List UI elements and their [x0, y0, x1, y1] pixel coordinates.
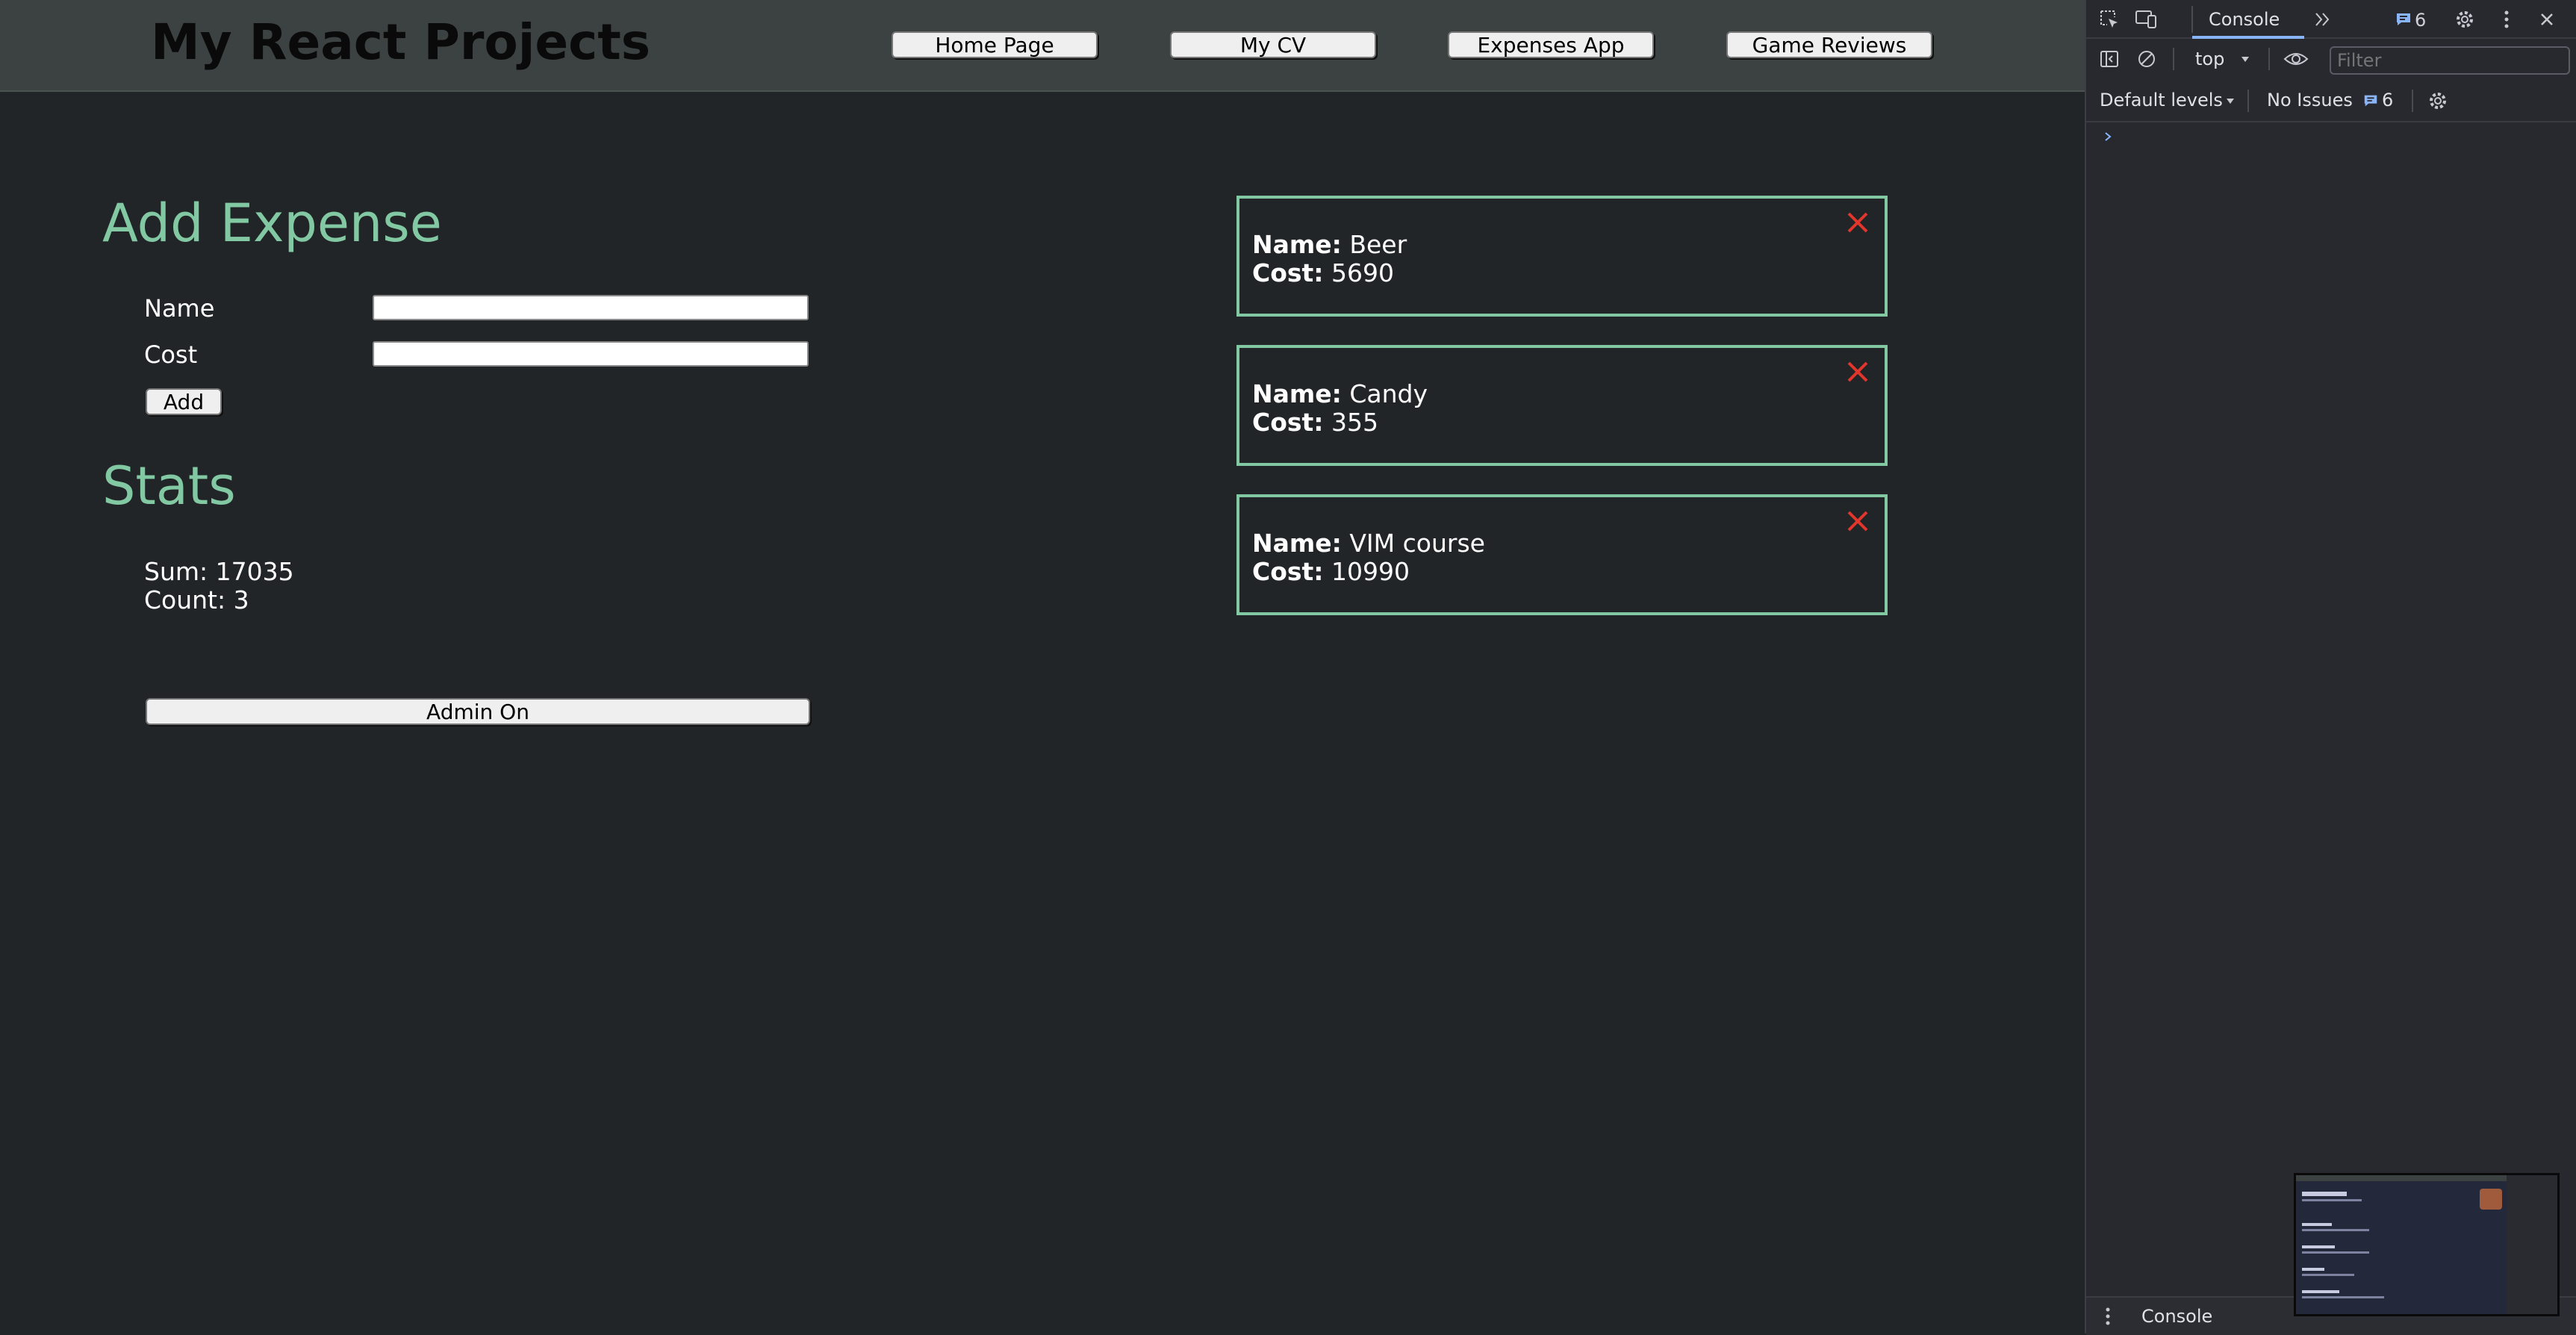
- expense-cost-label: Cost:: [1252, 557, 1324, 586]
- levels-dropdown[interactable]: Default levels: [2100, 90, 2223, 111]
- drawer-tab-console[interactable]: Console: [2141, 1306, 2212, 1327]
- window-preview-thumbnail[interactable]: [2294, 1173, 2560, 1316]
- tab-console[interactable]: Console: [2209, 9, 2280, 30]
- expense-card: Name: Beer Cost: 5690: [1236, 196, 1888, 317]
- cost-input[interactable]: [373, 341, 809, 367]
- expense-cost-label: Cost:: [1252, 258, 1324, 287]
- name-input[interactable]: [373, 295, 809, 320]
- close-icon[interactable]: [2534, 7, 2560, 32]
- stats-sum: Sum: 17035: [144, 557, 294, 586]
- prompt-icon[interactable]: [2095, 124, 2121, 149]
- expense-name-row: Name: Beer: [1252, 230, 1407, 259]
- expense-cost-row: Cost: 10990: [1252, 557, 1410, 586]
- nav-cv-button[interactable]: My CV: [1170, 31, 1376, 58]
- thumbnail-text: [2302, 1296, 2384, 1298]
- thumbnail-text: [2302, 1268, 2324, 1271]
- expense-name: Candy: [1349, 379, 1428, 408]
- toolbar-divider: [2247, 90, 2249, 112]
- context-dropdown-icon[interactable]: [2233, 46, 2258, 72]
- expense-cost: 355: [1331, 408, 1379, 437]
- thumbnail-text: [2302, 1229, 2369, 1231]
- inspect-icon[interactable]: [2097, 7, 2122, 32]
- expense-cost-row: Cost: 5690: [1252, 258, 1394, 287]
- console-toolbar: top: [2086, 39, 2576, 79]
- thumbnail-avatar: [2480, 1189, 2502, 1210]
- issues-messages-icon: [2358, 88, 2383, 113]
- eye-icon[interactable]: [2283, 46, 2309, 72]
- admin-toggle-button[interactable]: Admin On: [146, 698, 810, 725]
- app-page: My React Projects Home Page My CV Expens…: [0, 0, 2085, 1334]
- thumbnail-devtools: [2507, 1175, 2557, 1314]
- settings-icon[interactable]: [2452, 7, 2477, 32]
- thumbnail-text: [2302, 1290, 2339, 1293]
- delete-expense-icon[interactable]: [1844, 209, 1871, 236]
- expense-name-label: Name:: [1252, 379, 1342, 408]
- expense-cost-row: Cost: 355: [1252, 408, 1378, 437]
- toolbar-divider: [2173, 48, 2174, 70]
- devtools-panel: Console 6 top Filter Default levels No I…: [2085, 0, 2576, 1335]
- thumbnail-text: [2302, 1199, 2362, 1201]
- toolbar-divider: [2412, 90, 2413, 112]
- kebab-icon[interactable]: [2494, 7, 2519, 32]
- device-icon[interactable]: [2134, 7, 2159, 32]
- expense-card: Name: VIM course Cost: 10990: [1236, 494, 1888, 615]
- devtools-toolbar: Console 6: [2086, 0, 2576, 39]
- toolbar-divider: [2268, 48, 2270, 70]
- thumbnail-text: [2302, 1251, 2369, 1254]
- name-label: Name: [144, 294, 215, 323]
- messages-icon[interactable]: [2391, 7, 2416, 32]
- issues-label[interactable]: No Issues: [2267, 90, 2353, 111]
- message-count: 6: [2415, 10, 2427, 31]
- expense-name-row: Name: Candy: [1252, 379, 1428, 408]
- stats-count: Count: 3: [144, 585, 249, 614]
- drawer-kebab-icon[interactable]: [2095, 1304, 2121, 1329]
- thumbnail-text: [2302, 1192, 2347, 1196]
- stats-heading: Stats: [102, 455, 236, 517]
- delete-expense-icon[interactable]: [1844, 358, 1871, 385]
- toolbar-divider: [2191, 6, 2193, 33]
- issues-count: 6: [2382, 90, 2394, 111]
- thumbnail-text: [2302, 1274, 2354, 1276]
- thumbnail-text: [2302, 1245, 2335, 1248]
- expense-name-row: Name: VIM course: [1252, 529, 1485, 558]
- nav-game-reviews-button[interactable]: Game Reviews: [1726, 31, 1932, 58]
- console-filter-input[interactable]: [2330, 46, 2570, 75]
- expense-name: VIM course: [1349, 529, 1485, 558]
- expense-cost-label: Cost:: [1252, 408, 1324, 437]
- expense-cost: 5690: [1331, 258, 1394, 287]
- site-title: My React Projects: [151, 13, 651, 71]
- expense-name-label: Name:: [1252, 529, 1342, 558]
- expense-name: Beer: [1349, 230, 1407, 259]
- delete-expense-icon[interactable]: [1844, 508, 1871, 535]
- sidebar-icon[interactable]: [2097, 46, 2122, 72]
- context-select[interactable]: top: [2195, 49, 2224, 69]
- levels-dropdown-icon[interactable]: [2218, 88, 2243, 113]
- nav-home-button[interactable]: Home Page: [892, 31, 1098, 58]
- expense-name-label: Name:: [1252, 230, 1342, 259]
- expense-card: Name: Candy Cost: 355: [1236, 345, 1888, 466]
- console-levels-bar: Default levels No Issues 6: [2086, 79, 2576, 122]
- site-header: My React Projects Home Page My CV Expens…: [0, 0, 2085, 92]
- thumbnail-text: [2302, 1223, 2332, 1226]
- console-settings-icon[interactable]: [2425, 88, 2451, 113]
- cost-label: Cost: [144, 340, 198, 369]
- more-tabs-icon[interactable]: [2310, 7, 2336, 32]
- nav-expenses-button[interactable]: Expenses App: [1448, 31, 1654, 58]
- expense-cost: 10990: [1331, 557, 1410, 586]
- add-button[interactable]: Add: [146, 388, 222, 415]
- add-expense-heading: Add Expense: [102, 193, 442, 254]
- clear-icon[interactable]: [2134, 46, 2159, 72]
